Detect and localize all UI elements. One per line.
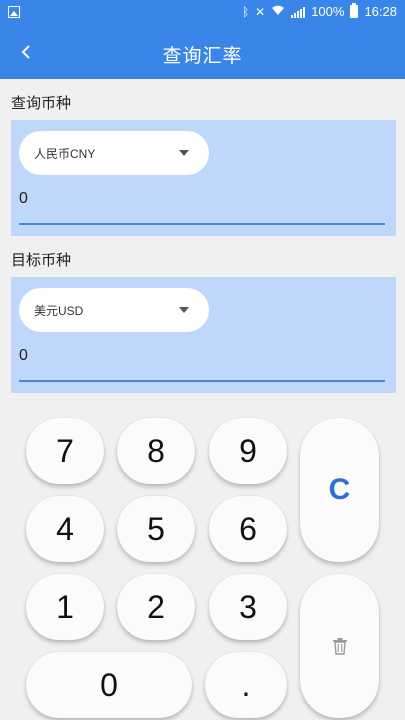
key-8[interactable]: 8: [117, 418, 195, 484]
battery-icon: [350, 3, 359, 18]
trash-icon: [332, 638, 347, 655]
source-currency-panel: 人民币CNY 0: [11, 120, 396, 236]
clock: 16:28: [364, 4, 397, 19]
key-9[interactable]: 9: [209, 418, 287, 484]
source-currency-value: 人民币CNY: [34, 147, 96, 161]
target-currency-value: 美元USD: [34, 304, 84, 318]
target-currency-panel: 美元USD 0: [11, 277, 396, 393]
dropdown-arrow-icon: [179, 150, 189, 156]
target-section-label: 目标币种: [11, 251, 72, 269]
bluetooth-icon: ᛒ: [241, 4, 250, 19]
signal-icon: [291, 6, 306, 18]
clear-button[interactable]: C: [300, 418, 379, 562]
key-2[interactable]: 2: [117, 574, 195, 640]
source-amount-field[interactable]: 0: [19, 190, 28, 208]
source-section-label: 查询币种: [11, 94, 72, 112]
key-5[interactable]: 5: [117, 496, 195, 562]
delete-button[interactable]: [300, 574, 379, 718]
dropdown-arrow-icon: [179, 307, 189, 313]
key-0[interactable]: 0: [26, 652, 192, 718]
target-amount-underline: [19, 380, 385, 382]
key-decimal[interactable]: .: [205, 652, 287, 718]
app-bar: 查询汇率: [0, 26, 405, 79]
key-3[interactable]: 3: [209, 574, 287, 640]
battery-percent: 100%: [311, 4, 345, 19]
page-title: 查询汇率: [162, 45, 243, 67]
mute-icon: ✕: [255, 4, 266, 19]
target-currency-dropdown[interactable]: 美元USD: [19, 288, 209, 332]
wifi-icon: [271, 4, 285, 19]
gallery-icon: [8, 6, 20, 18]
source-currency-dropdown[interactable]: 人民币CNY: [19, 131, 209, 175]
status-bar: ᛒ ✕ 100% 16:28: [0, 0, 405, 26]
key-4[interactable]: 4: [26, 496, 104, 562]
source-amount-underline: [19, 223, 385, 225]
key-6[interactable]: 6: [209, 496, 287, 562]
status-icons: ᛒ ✕ 100% 16:28: [241, 3, 397, 19]
key-7[interactable]: 7: [26, 418, 104, 484]
key-1[interactable]: 1: [26, 574, 104, 640]
target-amount-field[interactable]: 0: [19, 347, 28, 365]
